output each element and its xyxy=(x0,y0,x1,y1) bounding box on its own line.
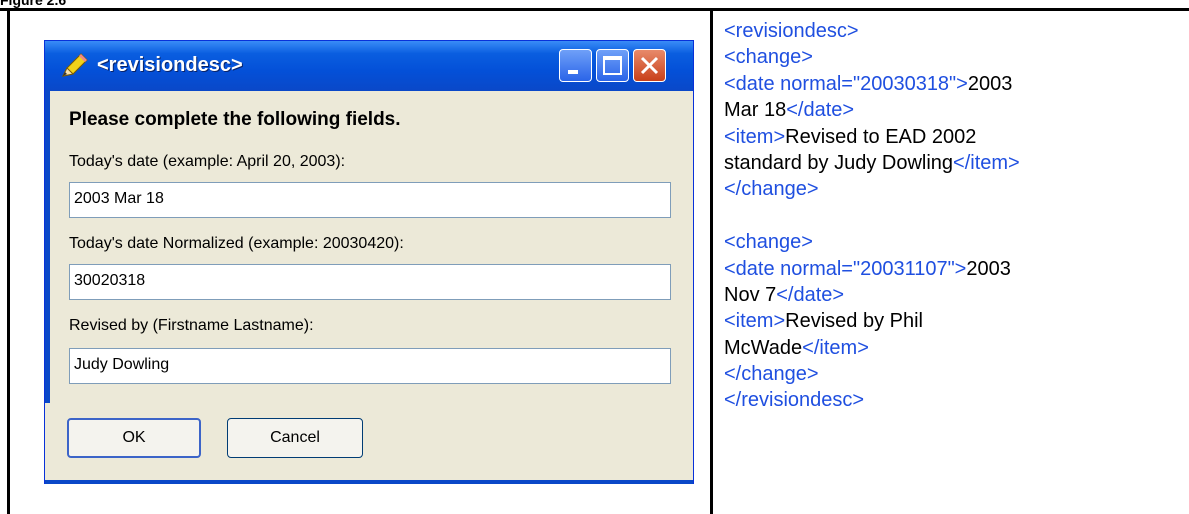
xml-text: Revised by Phil xyxy=(785,310,923,333)
xml-line: <date normal="20031107">2003 xyxy=(724,256,1020,282)
xml-line: </revisiondesc> xyxy=(724,387,1020,413)
close-icon xyxy=(640,56,659,75)
dialog-title: <revisiondesc> xyxy=(97,54,243,76)
pencil-icon xyxy=(62,53,88,77)
xml-text: standard by Judy Dowling xyxy=(724,151,954,174)
table-column-divider xyxy=(710,8,713,514)
normalized-date-field[interactable]: 30020318 xyxy=(69,264,671,300)
xml-line: Mar 18</date> xyxy=(724,97,1020,123)
xml-tag: </change> xyxy=(724,363,819,386)
xml-line: <item>Revised by Phil xyxy=(724,308,1020,334)
xml-tag: </item> xyxy=(802,336,869,359)
todays-date-label: Today's date (example: April 20, 2003): xyxy=(69,153,346,170)
maximize-button[interactable] xyxy=(596,49,629,82)
xml-tag: <change> xyxy=(724,231,813,254)
xml-tag: <date normal="20031107"> xyxy=(724,257,967,280)
dialog-prompt: Please complete the following fields. xyxy=(69,109,401,130)
xml-text: 2003 xyxy=(966,257,1011,280)
xml-text: 2003 xyxy=(967,72,1013,95)
dialog-titlebar[interactable]: <revisiondesc> xyxy=(45,41,693,91)
table-left-border xyxy=(7,8,10,514)
xml-line: <change> xyxy=(724,44,1020,70)
minimize-icon xyxy=(568,70,578,74)
close-button[interactable] xyxy=(633,49,666,82)
table-top-border xyxy=(0,8,1189,11)
xml-tag: </date> xyxy=(776,283,845,306)
dialog-bottom-edge xyxy=(45,480,693,484)
xml-tag: </change> xyxy=(724,178,819,201)
xml-text: Revised to EAD 2002 xyxy=(785,125,977,148)
revisiondesc-dialog: <revisiondesc> Please complete the follo… xyxy=(44,40,694,484)
normalized-date-label: Today's date Normalized (example: 200304… xyxy=(69,235,404,252)
xml-tag: <revisiondesc> xyxy=(724,20,859,42)
xml-tag: <item> xyxy=(724,125,786,148)
xml-tag: </item> xyxy=(953,151,1020,174)
xml-line: <date normal="20030318">2003 xyxy=(724,71,1020,97)
minimize-button[interactable] xyxy=(559,49,592,82)
cancel-button[interactable]: Cancel xyxy=(227,418,363,458)
todays-date-field[interactable]: 2003 Mar 18 xyxy=(69,182,671,218)
xml-tag: </revisiondesc> xyxy=(724,389,865,412)
xml-text: Mar 18 xyxy=(724,99,787,122)
figure-caption: Figure 2.6 xyxy=(0,0,67,8)
xml-line: standard by Judy Dowling</item> xyxy=(724,150,1020,176)
xml-tag: <change> xyxy=(724,46,813,69)
xml-tag: <item> xyxy=(724,310,786,333)
xml-line: <change> xyxy=(724,229,1020,255)
xml-tag: </date> xyxy=(786,99,855,122)
xml-line: McWade</item> xyxy=(724,335,1020,361)
xml-text: McWade xyxy=(724,336,803,359)
xml-line xyxy=(724,203,1020,229)
xml-line: <item>Revised to EAD 2002 xyxy=(724,124,1020,150)
ok-button[interactable]: OK xyxy=(67,418,201,458)
xml-line: </change> xyxy=(724,176,1020,202)
xml-line: Nov 7</date> xyxy=(724,282,1020,308)
xml-line: <revisiondesc> xyxy=(724,18,1020,44)
maximize-icon xyxy=(603,56,622,75)
xml-line: </change> xyxy=(724,361,1020,387)
revised-by-field[interactable]: Judy Dowling xyxy=(69,348,671,384)
xml-code-listing: <revisiondesc> <change> <date normal="2003… xyxy=(724,18,1020,414)
xml-text: Nov 7 xyxy=(724,283,777,306)
dialog-left-edge xyxy=(45,91,50,403)
revised-by-label: Revised by (Firstname Lastname): xyxy=(69,317,314,334)
xml-tag: <date normal="20030318"> xyxy=(724,72,968,95)
